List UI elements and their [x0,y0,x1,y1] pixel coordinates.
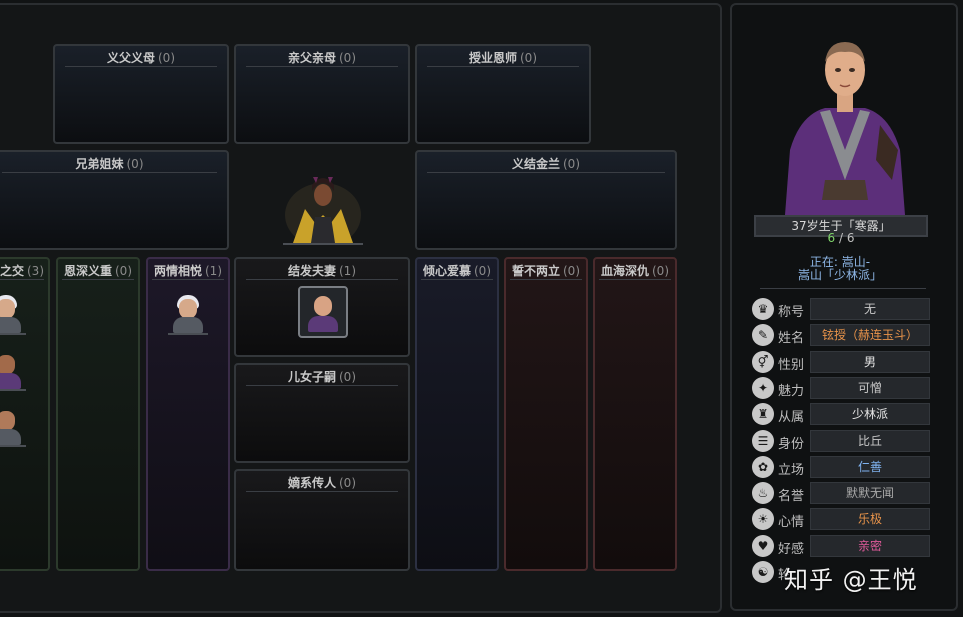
box-title: 儿女子嗣 [287,370,336,384]
box-rivals[interactable]: 誓不两立 (0) [504,257,588,571]
name-icon: ✎ [752,324,774,347]
mood-icon: ☀ [752,508,774,531]
attribute-row[interactable]: ☰ 身份 比丘 [752,429,930,452]
location-info[interactable]: 正在: 嵩山- 嵩山「少林派」 [740,256,940,282]
box-friends[interactable]: 之交 (3) [0,257,50,571]
attribute-row[interactable]: ✎ 姓名 铉授（赫连玉斗） [752,324,930,347]
box-title: 恩深义重 [63,264,112,278]
attribute-value: 可憎 [810,376,930,399]
fame-icon: ♨ [752,482,774,505]
box-title: 两情相悦 [153,264,202,278]
attribute-value: 默默无闻 [810,482,930,505]
attribute-row[interactable]: ♜ 从属 少林派 [752,403,930,426]
attribute-label: 心情 [778,515,805,531]
box-count: (0) [563,264,580,278]
box-parents[interactable]: 亲父亲母 (0) [234,44,410,144]
watermark: 知乎 @王悦 [784,566,918,594]
attribute-label: 姓名 [778,331,805,347]
faction-icon: ♜ [752,403,774,426]
box-count: (1) [339,264,356,278]
attribute-row[interactable]: ✿ 立场 仁善 [752,455,930,478]
box-count: (0) [520,51,537,65]
location-line2: 嵩山「少林派」 [797,268,882,282]
attribute-value: 铉授（赫连玉斗） [810,324,930,347]
box-title: 之交 [0,264,24,278]
attribute-row[interactable]: ⚥ 性别男 [752,350,930,373]
box-title: 亲父亲母 [287,51,336,65]
box-enemies[interactable]: 血海深仇 (0) [593,257,677,571]
attribute-value: 比丘 [810,429,930,452]
box-benefactors[interactable]: 恩深义重 (0) [56,257,140,571]
box-count: (3) [27,264,44,278]
attribute-label: 身份 [778,436,805,452]
box-title: 倾心爱慕 [422,264,471,278]
box-mutual-love[interactable]: 两情相悦 (1) [146,257,230,571]
spouse-portrait[interactable] [298,286,348,338]
box-count: (0) [652,264,669,278]
box-title: 结发夫妻 [287,264,336,278]
attribute-label: 称号 [778,305,805,320]
attribute-label: 魅力 [778,383,805,399]
box-count: (0) [339,370,356,384]
favor-icon: ♥ [752,534,774,557]
box-heirs[interactable]: 嫡系传人 (0) [234,469,410,571]
attribute-label: 性别 [778,357,805,373]
charm-icon: ✦ [752,376,774,399]
wife-portrait[interactable] [283,165,363,247]
health-current: 6 [827,231,836,245]
attribute-row[interactable]: ☀ 心情 乐极 [752,508,930,531]
box-title: 嫡系传人 [287,476,336,490]
attribute-row[interactable]: ♥ 好感 亲密 [752,534,930,557]
box-count: (0) [339,476,356,490]
box-sworn[interactable]: 义结金兰 (0) [415,150,677,250]
yinyang-icon: ☯ [752,561,774,583]
box-title: 誓不两立 [511,264,560,278]
lover-avatar[interactable] [168,293,208,335]
box-count: (0) [563,157,580,171]
attribute-row[interactable]: ✦ 魅力 可憎 [752,376,930,399]
box-mentors[interactable]: 授业恩师 (0) [415,44,591,144]
box-count: (0) [339,51,356,65]
attribute-row[interactable]: ♛ 称号无 [752,298,930,320]
attribute-value: 仁善 [810,455,930,478]
box-adoptive-parents[interactable]: 义父义母 (0) [53,44,229,144]
attribute-value: 少林派 [810,403,930,426]
box-siblings[interactable]: 兄弟姐妹 (0) [0,150,229,250]
friend-avatar[interactable] [0,349,26,391]
attribute-label: 名誉 [778,489,805,505]
attribute-label: 立场 [778,462,805,478]
box-count: (0) [474,264,491,278]
attribute-label: 好感 [778,541,805,557]
box-count: (1) [205,264,222,278]
attribute-value: 无 [810,298,930,320]
health-max: 6 [846,231,855,245]
box-count: (0) [158,51,175,65]
box-children[interactable]: 儿女子嗣 (0) [234,363,410,463]
box-title: 授业恩师 [468,51,517,65]
box-title: 兄弟姐妹 [75,157,124,171]
attribute-label: 从属 [778,410,805,426]
friend-avatar[interactable] [0,293,26,335]
attribute-value: 亲密 [810,534,930,557]
attribute-row[interactable]: ♨ 名誉 默默无闻 [752,482,930,505]
friend-avatar[interactable] [0,405,26,447]
gender-icon: ⚥ [752,350,774,373]
stance-icon: ✿ [752,455,774,478]
health-separator: / [835,231,847,245]
box-count: (0) [126,157,144,171]
box-count: (0) [115,264,132,278]
attribute-value: 乐极 [810,508,930,531]
box-admirers[interactable]: 倾心爱慕 (0) [415,257,499,571]
box-title: 义父义母 [106,51,155,65]
character-portrait [780,30,910,215]
status-icon: ☰ [752,429,774,452]
health-readout: 6 / 6 [754,231,928,245]
box-title: 血海深仇 [600,264,649,278]
attribute-value: 男 [810,350,930,373]
box-title: 义结金兰 [511,157,560,171]
title-icon: ♛ [752,298,774,320]
